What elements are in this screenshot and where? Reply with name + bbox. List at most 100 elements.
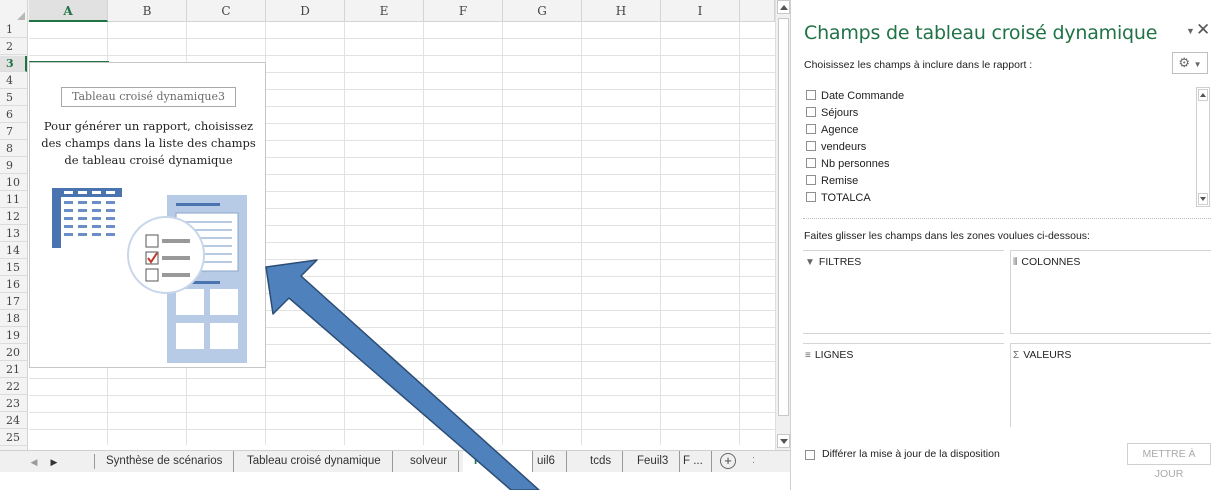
field-checkbox[interactable] xyxy=(806,90,816,101)
values-zone-label: Σ VALEURS xyxy=(1013,349,1071,361)
vertical-scrollbar[interactable] xyxy=(775,0,790,450)
select-all-corner[interactable] xyxy=(0,0,28,22)
field-list-scrollbar[interactable] xyxy=(1196,87,1210,207)
values-label: VALEURS xyxy=(1023,349,1072,361)
rows-label: LIGNES xyxy=(814,349,854,361)
row-header[interactable]: 22 xyxy=(0,379,27,395)
values-zone[interactable]: Σ VALEURS xyxy=(1010,343,1211,427)
field-checkbox[interactable] xyxy=(806,107,816,118)
row-header[interactable]: 7 xyxy=(0,124,27,140)
field-checkbox[interactable] xyxy=(806,192,816,203)
row-header[interactable]: 10 xyxy=(0,175,27,191)
field-totalca[interactable]: TOTALCA xyxy=(806,190,871,206)
column-header[interactable]: G xyxy=(503,0,582,22)
filters-label: FILTRES xyxy=(818,256,862,268)
row-header[interactable]: 20 xyxy=(0,345,27,361)
defer-update-checkbox[interactable] xyxy=(805,450,815,460)
sheet-tab-tcds[interactable]: tcds xyxy=(579,451,624,472)
filters-zone-label: ▼ FILTRES xyxy=(805,256,861,268)
field-sejours[interactable]: Séjours xyxy=(806,105,858,121)
column-header[interactable]: H xyxy=(582,0,661,22)
tab-scroll-left-icon[interactable]: ◀ xyxy=(28,455,40,469)
spreadsheet-area: ABCDEFGHI 1 2 3 4 5 6 7 8 9 10 11 12 13 14 15 16 17 18 19 2… xyxy=(0,0,790,465)
close-icon[interactable]: ✕ xyxy=(1196,20,1210,40)
pivot-table-placeholder[interactable]: Tableau croisé dynamique3 Pour générer u… xyxy=(29,62,266,368)
field-label: vendeurs xyxy=(821,141,867,153)
row-header[interactable]: 11 xyxy=(0,192,27,208)
field-checkbox[interactable] xyxy=(806,124,816,135)
field-label: Remise xyxy=(821,175,859,187)
row-header[interactable]: 17 xyxy=(0,294,27,310)
column-header[interactable]: E xyxy=(345,0,424,22)
field-checkbox[interactable] xyxy=(806,141,816,152)
sheet-tab-tcd[interactable]: Tableau croisé dynamique xyxy=(236,451,393,472)
row-header[interactable]: 14 xyxy=(0,243,27,259)
row-header[interactable]: 5 xyxy=(0,90,27,106)
tab-scroll-right-icon[interactable]: ▶ xyxy=(48,455,60,469)
rows-zone[interactable]: ≡ LIGNES xyxy=(803,343,1004,427)
sheet-tab-solveur[interactable]: solveur xyxy=(399,451,460,472)
row-header[interactable]: 13 xyxy=(0,226,27,242)
field-checkbox[interactable] xyxy=(806,175,816,186)
column-header[interactable]: F xyxy=(424,0,503,22)
field-remise[interactable]: Remise xyxy=(806,173,858,189)
sheet-tab-synthese[interactable]: Synthèse de scénarios xyxy=(95,451,235,472)
field-label: Agence xyxy=(821,124,859,136)
filters-zone[interactable]: ▼ FILTRES xyxy=(803,250,1004,334)
row-header[interactable]: 8 xyxy=(0,141,27,157)
drag-instruction: Faites glisser les champs dans les zones… xyxy=(804,230,1090,242)
row-header[interactable]: 6 xyxy=(0,107,27,123)
column-header-partial[interactable] xyxy=(740,0,775,22)
field-scroll-down-icon[interactable] xyxy=(1198,193,1208,205)
row-header[interactable]: 21 xyxy=(0,362,27,378)
column-header[interactable]: B xyxy=(108,0,187,22)
field-nb-personnes[interactable]: Nb personnes xyxy=(806,156,890,172)
section-divider xyxy=(803,218,1211,219)
column-header[interactable]: D xyxy=(266,0,345,22)
rows-zone-label: ≡ LIGNES xyxy=(805,349,853,361)
column-header[interactable]: I xyxy=(661,0,740,22)
scroll-up-arrow-icon[interactable] xyxy=(777,0,790,14)
row-header[interactable]: 25 xyxy=(0,430,27,446)
field-date-commande[interactable]: Date Commande xyxy=(806,88,904,104)
row-header[interactable]: 16 xyxy=(0,277,27,293)
field-agence[interactable]: Agence xyxy=(806,122,858,138)
scroll-down-arrow-icon[interactable] xyxy=(777,434,790,448)
field-list: Date Commande Séjours Agence vendeurs Nb… xyxy=(803,87,1211,207)
row-header[interactable]: 12 xyxy=(0,209,27,225)
choose-fields-label: Choisissez les champs à inclure dans le … xyxy=(804,59,1033,71)
sheet-tab-feuil6[interactable]: uil6 xyxy=(537,451,567,472)
pane-title: Champs de tableau croisé dynamique xyxy=(804,22,1158,44)
gear-icon[interactable]: ⚙ ▼ xyxy=(1172,52,1208,74)
columns-label: COLONNES xyxy=(1021,256,1081,268)
row-header[interactable]: 1 xyxy=(0,22,27,38)
row-header[interactable]: 24 xyxy=(0,413,27,429)
field-checkbox[interactable] xyxy=(806,158,816,169)
row-header[interactable]: 9 xyxy=(0,158,27,174)
column-header[interactable]: A xyxy=(29,0,108,22)
column-header[interactable]: C xyxy=(187,0,266,22)
row-header[interactable]: 19 xyxy=(0,328,27,344)
scroll-thumb[interactable] xyxy=(778,18,789,416)
pivot-instruction-text: Pour générer un rapport, choisissez des … xyxy=(41,119,256,167)
row-header[interactable]: 4 xyxy=(0,73,27,89)
row-header[interactable]: 2 xyxy=(0,39,27,55)
sheet-tabs-bar: ◀ ▶ Synthèse de scénarios Tableau croisé… xyxy=(0,450,790,472)
update-button[interactable]: METTRE À JOUR xyxy=(1127,443,1211,480)
sheet-tab-feuil3[interactable]: Feuil3 xyxy=(626,451,681,472)
row-header[interactable]: 3 xyxy=(0,56,27,72)
tab-split-handle-icon[interactable]: : xyxy=(752,454,755,466)
field-scroll-up-icon[interactable] xyxy=(1198,89,1208,101)
columns-zone[interactable]: ⦀ COLONNES xyxy=(1010,250,1211,334)
row-header[interactable]: 23 xyxy=(0,396,27,412)
row-header[interactable]: 18 xyxy=(0,311,27,327)
field-label: Séjours xyxy=(821,107,859,119)
pane-options-dropdown-icon[interactable]: ▼ xyxy=(1186,26,1195,36)
row-headers: 1 2 3 4 5 6 7 8 9 10 11 12 13 14 15 16 17 18 19 20 21 22 23 24 2… xyxy=(0,22,28,465)
sheet-tab-active[interactable]: Fe xyxy=(463,451,533,472)
add-sheet-icon[interactable]: + xyxy=(720,453,736,469)
field-vendeurs[interactable]: vendeurs xyxy=(806,139,866,155)
sheet-tab-more[interactable]: F ... xyxy=(675,451,712,472)
columns-icon: ⦀ xyxy=(1013,257,1018,268)
row-header[interactable]: 15 xyxy=(0,260,27,276)
